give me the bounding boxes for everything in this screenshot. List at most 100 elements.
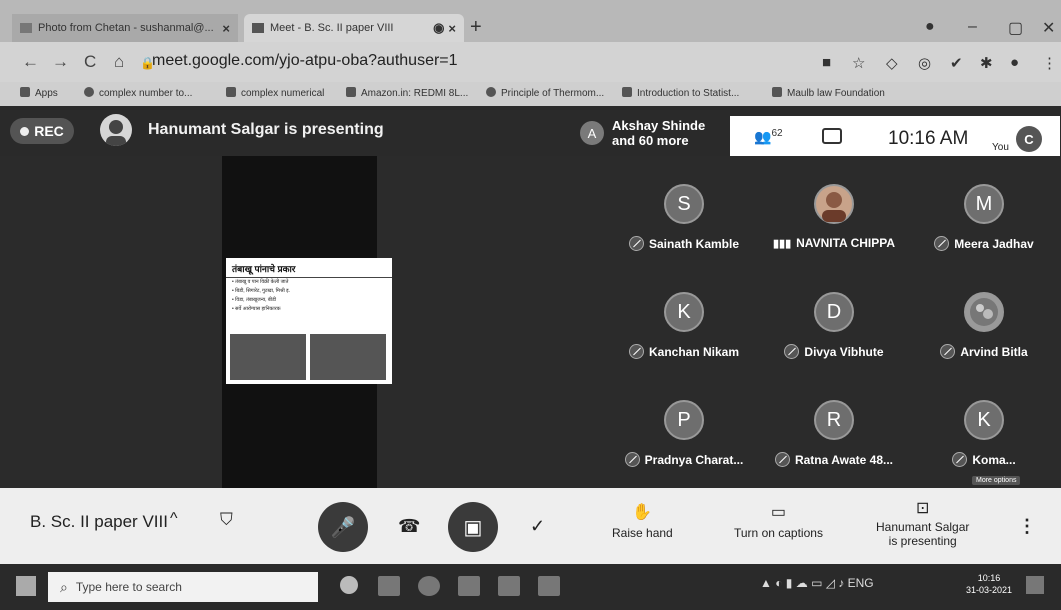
back-button[interactable]: ← (22, 52, 39, 72)
participant-tile[interactable]: K Kanchan Nikam (609, 270, 759, 378)
check-icon[interactable]: ✓ (530, 516, 545, 537)
taskbar-clock[interactable]: 10:16 31-03-2021 (966, 572, 1012, 596)
record-indicator-icon: ◉ (433, 20, 445, 35)
bookmark-item[interactable]: Amazon.in: REDMI 8L... (346, 87, 468, 99)
amazon-icon (346, 87, 356, 97)
file-explorer-icon[interactable] (498, 576, 520, 596)
close-tab-icon[interactable]: × (222, 21, 230, 36)
avatar: S (664, 184, 704, 224)
slide-line: • तंबाखू व पान विक्री केली जाते (232, 279, 289, 285)
self-avatar[interactable]: C (1016, 126, 1042, 152)
captions-button[interactable]: ▭ Turn on captions (734, 502, 823, 540)
present-button[interactable]: ⊡ Hanumant Salgar is presenting (876, 501, 969, 549)
bookmark-star-icon[interactable]: ☆ (852, 54, 865, 72)
participant-tile[interactable]: R Ratna Awate 48... (759, 378, 909, 486)
bookmark-item[interactable]: Maulb law Foundation (772, 87, 885, 99)
bookmark-item[interactable]: complex number to... (84, 87, 192, 99)
shield-icon[interactable]: ⛉ (220, 510, 233, 530)
tab-label: Meet - B. Sc. II paper VIII (270, 22, 394, 34)
windows-start-icon[interactable] (16, 576, 36, 596)
meet-controls-bar: B. Sc. II paper VIII ^ ⛉ 🎤 ☎ ▣ ✓ ✋ Raise… (0, 488, 1061, 564)
new-tab-button[interactable]: + (470, 16, 482, 39)
search-icon: ⌕ (60, 578, 68, 595)
google-icon (772, 87, 782, 97)
gmail-icon (20, 23, 32, 33)
mic-off-icon (774, 452, 790, 467)
screen: Photo from Chetan - sushanmal@... × Meet… (0, 0, 1061, 610)
account-icon[interactable]: ● (1010, 54, 1019, 71)
participant-name: Meera Jadhav (954, 237, 1034, 251)
profile-icon[interactable]: ● (925, 18, 935, 36)
system-tray[interactable]: ▲ ◐ ▮ ☁ ▭ ◿ ♪ ENG (760, 576, 874, 590)
raise-hand-button[interactable]: ✋ Raise hand (612, 502, 673, 540)
participant-name: Arvind Bitla (960, 345, 1028, 359)
mic-off-icon (940, 344, 956, 359)
forward-button[interactable]: → (52, 52, 69, 72)
camera-icon[interactable]: ■ (822, 54, 831, 71)
menu-icon[interactable]: ⋮ (1042, 54, 1057, 72)
bookmark-apps[interactable]: Apps (20, 87, 58, 99)
mic-off-icon (628, 236, 644, 251)
notification-icon[interactable] (1026, 576, 1044, 594)
bookmark-item[interactable]: Introduction to Statist... (622, 87, 739, 99)
mic-off-icon (784, 344, 800, 359)
you-label: You (992, 142, 1009, 153)
chat-icon[interactable] (822, 128, 842, 144)
minimize-button[interactable]: – (968, 18, 977, 36)
extension-icon[interactable]: ◎ (918, 54, 931, 72)
check-extension-icon[interactable]: ✔ (950, 54, 963, 72)
reload-button[interactable]: C (84, 52, 96, 72)
chevron-up-icon[interactable]: ^ (170, 510, 178, 528)
site-icon (622, 87, 632, 97)
taskbar-app-icon[interactable] (538, 576, 560, 596)
bookmark-item[interactable]: complex numerical (226, 87, 324, 99)
maximize-button[interactable]: ▢ (1008, 18, 1023, 38)
record-dot-icon (20, 126, 30, 136)
meet-top-strip: REC Hanumant Salgar is presenting A Aksh… (0, 106, 1061, 160)
mic-off-button[interactable]: 🎤 (318, 502, 368, 552)
participant-name: NAVNITA CHIPPA (796, 236, 896, 250)
tab-photo[interactable]: Photo from Chetan - sushanmal@... × (12, 14, 238, 42)
participant-name: Pradnya Charat... (644, 453, 744, 467)
avatar: D (814, 292, 854, 332)
chrome-taskbar-icon[interactable] (418, 576, 440, 596)
close-tab-icon[interactable]: × (448, 21, 456, 36)
browser-tab-bar: Photo from Chetan - sushanmal@... × Meet… (0, 0, 1061, 42)
participant-tile[interactable]: Arvind Bitla (909, 270, 1059, 378)
participant-tile[interactable]: ▮▮▮ NAVNITA CHIPPA (759, 162, 909, 270)
participant-tile[interactable]: M Meera Jadhav (909, 162, 1059, 270)
participant-grid: S Sainath Kamble ▮▮▮ NAVNITA CHIPPA M Mee… (604, 156, 1061, 488)
bookmark-item[interactable]: Principle of Thermom... (486, 87, 604, 99)
camera-off-button[interactable]: ▣ (448, 502, 498, 552)
captions-icon: ▭ (770, 504, 787, 521)
participant-name: Ratna Awate 48... (794, 453, 894, 467)
end-call-icon[interactable]: ☎ (398, 516, 420, 537)
people-button[interactable]: 👥62 (754, 128, 783, 146)
taskbar-search[interactable]: ⌕ Type here to search (48, 572, 318, 602)
apps-grid-icon (20, 87, 30, 97)
more-options-icon[interactable]: ⋮ (1018, 516, 1036, 537)
participant-tile[interactable]: D Divya Vibhute (759, 270, 909, 378)
extension-icon[interactable]: ◇ (886, 54, 898, 72)
chrome-icon (84, 87, 94, 97)
avatar: R (814, 400, 854, 440)
url-field[interactable]: meet.google.com/yjo-atpu-oba?authuser=1 (152, 52, 458, 70)
avatar: K (664, 292, 704, 332)
participant-tile[interactable]: P Pradnya Charat... (609, 378, 759, 486)
close-window-button[interactable]: ✕ (1042, 18, 1055, 38)
cortana-icon[interactable] (340, 576, 358, 594)
avatar: P (664, 400, 704, 440)
tab-label: Photo from Chetan - sushanmal@... (38, 22, 214, 34)
puzzle-icon[interactable]: ✱ (980, 54, 993, 72)
taskbar-app-icon[interactable] (458, 576, 480, 596)
presentation-stage: तंबाखू पांनाचे प्रकार • तंबाखू व पान विक… (0, 156, 604, 488)
language-indicator: ENG (847, 576, 874, 590)
home-button[interactable]: ⌂ (114, 52, 124, 72)
participant-tile[interactable]: S Sainath Kamble (609, 162, 759, 270)
other-participants[interactable]: A Akshay Shinde and 60 more (580, 118, 705, 148)
meeting-title[interactable]: B. Sc. II paper VIII (30, 512, 168, 532)
participant-tile[interactable]: K Koma... (909, 378, 1059, 486)
tab-meet[interactable]: Meet - B. Sc. II paper VIII ◉ × (244, 14, 464, 42)
task-view-icon[interactable] (378, 576, 400, 596)
avatar (964, 292, 1004, 332)
